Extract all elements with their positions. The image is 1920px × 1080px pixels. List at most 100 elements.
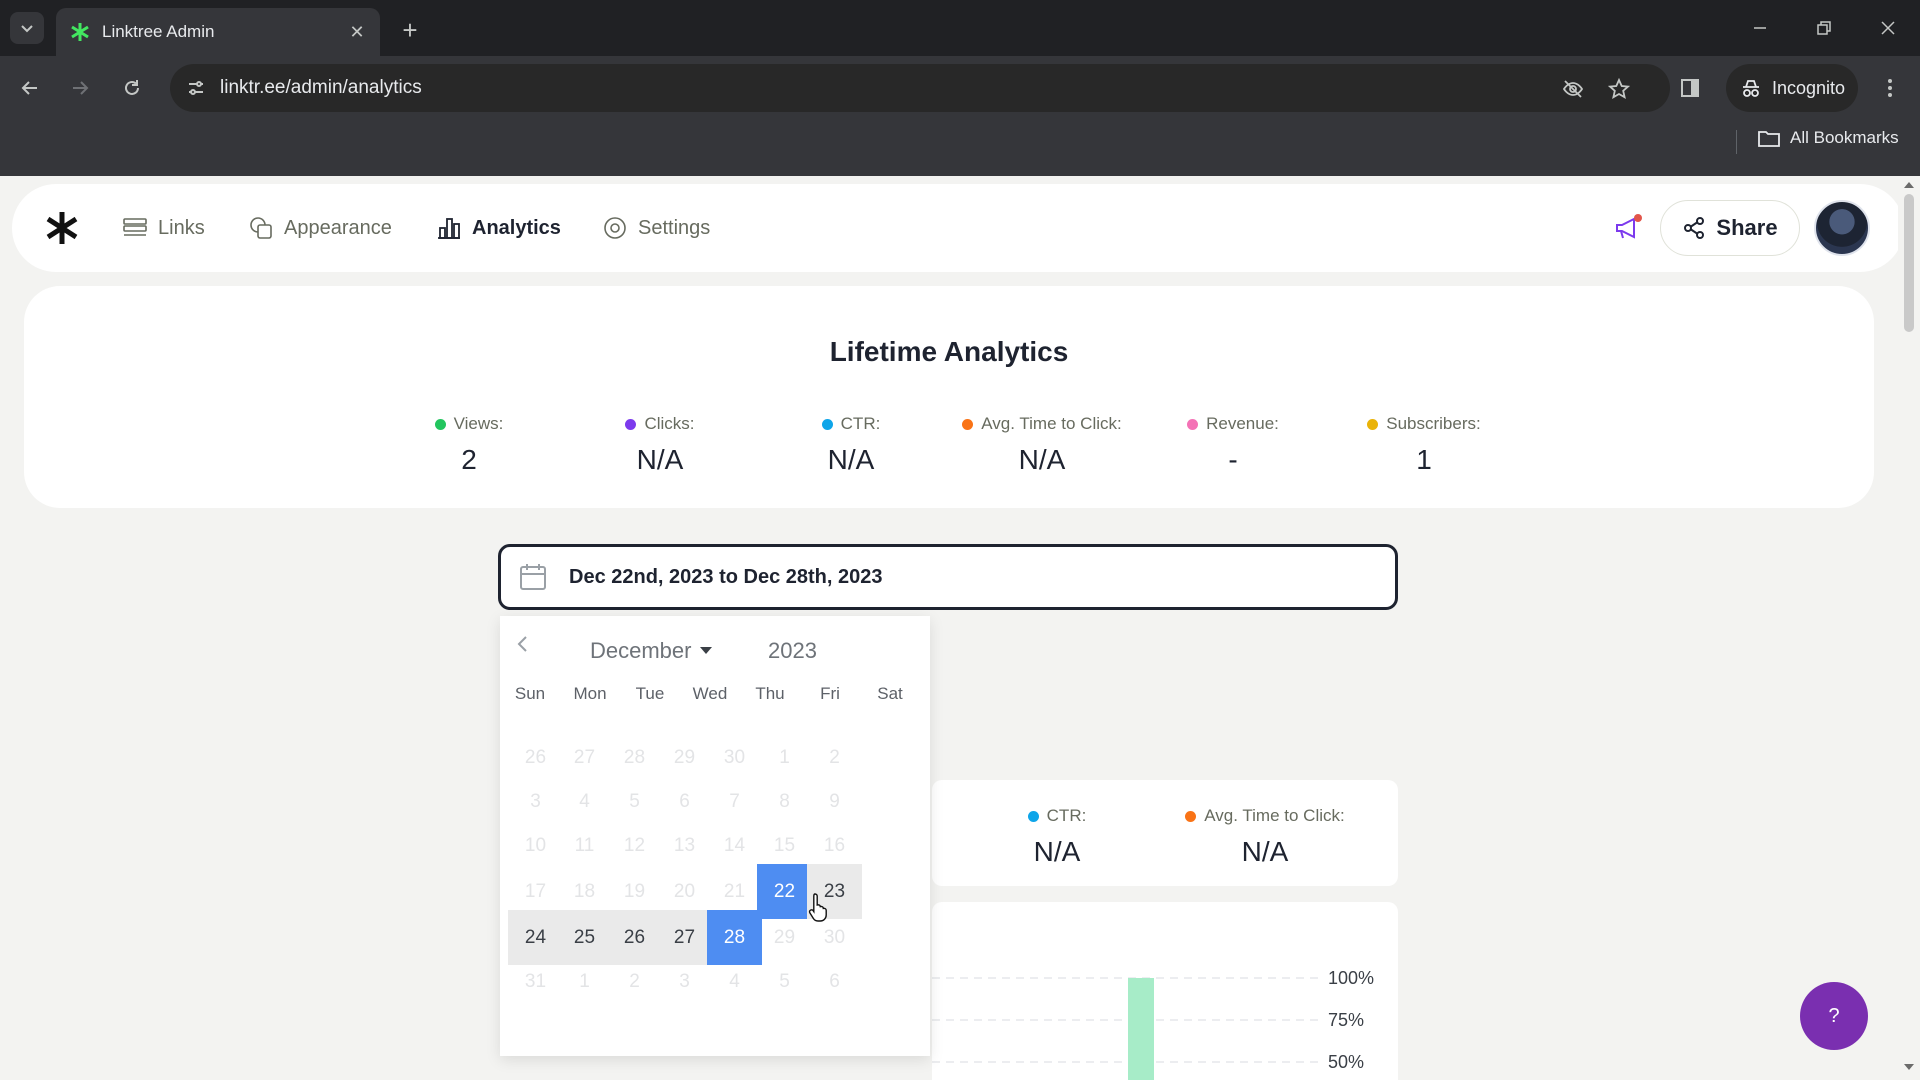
nav-appearance[interactable]: Appearance [248,212,392,244]
share-button[interactable]: Share [1660,200,1800,256]
incognito-indicator[interactable]: Incognito [1726,64,1858,112]
calendar-day: 2 [629,970,640,992]
nav-links[interactable]: Links [122,212,205,244]
page-content: Links Appearance Analytics Settings Shar… [0,176,1920,1080]
nav-settings[interactable]: Settings [602,212,710,244]
browser-tab-bar: Linktree Admin ✕ + [0,0,1920,56]
address-bar[interactable]: linktr.ee/admin/analytics [170,64,1670,112]
arrow-right-icon [73,81,89,95]
month-select[interactable]: December [590,638,713,664]
stat-avg-time-value: N/A [1018,444,1066,475]
year-label[interactable]: 2023 [768,638,817,664]
side-panel-button[interactable] [1670,68,1710,108]
calendar-day: 5 [779,970,790,992]
chevron-down-icon [21,25,33,33]
close-window-button[interactable] [1862,8,1914,48]
minimize-icon [1754,27,1766,29]
weekday-mon: Mon [573,684,607,703]
scroll-up-arrow-icon[interactable] [1904,182,1914,188]
settings-icon [602,215,628,241]
scroll-down-arrow-icon[interactable] [1904,1064,1914,1070]
restore-button[interactable] [1798,8,1850,48]
prev-month-button[interactable] [510,632,534,656]
stat-avg-time-label: Avg. Time to Click: [981,414,1122,433]
nav-settings-label: Settings [638,216,711,239]
page-scrollbar[interactable] [1898,176,1920,1080]
weekday-thu: Thu [755,684,785,703]
stat-revenue: Revenue: - [1138,414,1328,476]
analytics-icon [436,215,462,241]
analytics-chart: 100% 75% 50% [932,968,1374,1080]
period-avg-time-label: Avg. Time to Click: [1204,806,1345,825]
eye-off-icon[interactable] [1558,74,1588,104]
date-range-text: Dec 22nd, 2023 to Dec 28th, 2023 [569,565,883,588]
browser-menu-button[interactable] [1870,68,1910,108]
restore-icon [1817,21,1831,35]
revenue-dot [1187,418,1199,430]
scroll-thumb[interactable] [1904,194,1914,332]
nav-analytics-label: Analytics [472,216,561,239]
tab-search-button[interactable] [10,12,44,44]
arrow-left-icon [21,81,37,95]
new-tab-button[interactable]: + [394,14,426,46]
calendar-popup: December 2023 Sun Mon Tue Wed Thu Fri Sa… [500,616,930,1056]
browser-toolbar: linktr.ee/admin/analytics Incognito All … [0,56,1920,176]
stat-subscribers-value: 1 [1416,444,1432,475]
bookmark-star-icon[interactable] [1604,74,1634,104]
weekday-fri: Fri [820,684,840,703]
weekday-sun: Sun [514,684,546,703]
url-text: linktr.ee/admin/analytics [220,77,422,98]
stat-ctr: CTR: N/A [756,414,946,476]
analytics-chart-card: 100% 75% 50% [932,902,1398,1080]
linktree-favicon-icon [70,22,90,42]
period-stat-avg-time: Avg. Time to Click: N/A [1150,806,1380,868]
share-icon [1682,216,1706,240]
stat-subscribers: Subscribers: 1 [1329,414,1519,476]
minimize-button[interactable] [1734,8,1786,48]
folder-icon [1758,129,1780,147]
subscribers-dot [1367,418,1379,430]
calendar-day: 4 [729,970,740,992]
weekday-sat: Sat [877,684,903,703]
help-button[interactable]: ? [1800,982,1868,1050]
avatar[interactable] [1814,200,1870,256]
stat-ctr-value: N/A [827,444,875,475]
y-tick-50: 50% [1328,1052,1364,1072]
browser-tab[interactable]: Linktree Admin ✕ [56,8,380,56]
lifetime-analytics-title: Lifetime Analytics [829,336,1069,367]
nav-analytics[interactable]: Analytics [436,212,561,244]
stat-clicks: Clicks: N/A [565,414,755,476]
linktree-logo-icon[interactable] [44,210,80,246]
site-settings-icon[interactable] [180,72,212,104]
calendar-day: 31 [524,970,547,992]
clicks-dot [625,418,637,430]
stat-revenue-label: Revenue: [1206,414,1279,433]
notification-dot [1634,214,1642,222]
y-tick-100: 100% [1328,968,1374,988]
period-ctr-dot [1027,810,1039,822]
lifetime-analytics-card: Lifetime Analytics Views: 2 Clicks: N/A … [24,286,1874,508]
all-bookmarks-button[interactable]: All Bookmarks [1758,128,1899,148]
all-bookmarks-label: All Bookmarks [1790,128,1899,147]
back-button[interactable] [10,68,50,108]
announcements-button[interactable] [1610,210,1646,246]
stat-clicks-label: Clicks: [644,414,695,433]
tab-title: Linktree Admin [102,22,215,41]
weekday-tue: Tue [635,684,665,703]
links-icon [122,215,148,241]
close-tab-icon[interactable]: ✕ [344,19,370,45]
forward-button[interactable] [60,68,100,108]
y-tick-75: 75% [1328,1010,1364,1030]
avg-time-dot [962,418,974,430]
calendar-day: 1 [579,970,590,992]
stat-subscribers-label: Subscribers: [1386,414,1481,433]
mouse-cursor-icon [808,893,827,922]
date-range-picker[interactable]: Dec 22nd, 2023 to Dec 28th, 2023 [498,544,1398,610]
nav-links-label: Links [158,216,205,239]
stat-ctr-label: CTR: [840,414,881,433]
nav-appearance-label: Appearance [284,216,392,239]
reload-button[interactable] [112,68,152,108]
bookmarks-separator [1736,130,1737,154]
stat-views-label: Views: [453,414,504,433]
stat-clicks-value: N/A [636,444,684,475]
